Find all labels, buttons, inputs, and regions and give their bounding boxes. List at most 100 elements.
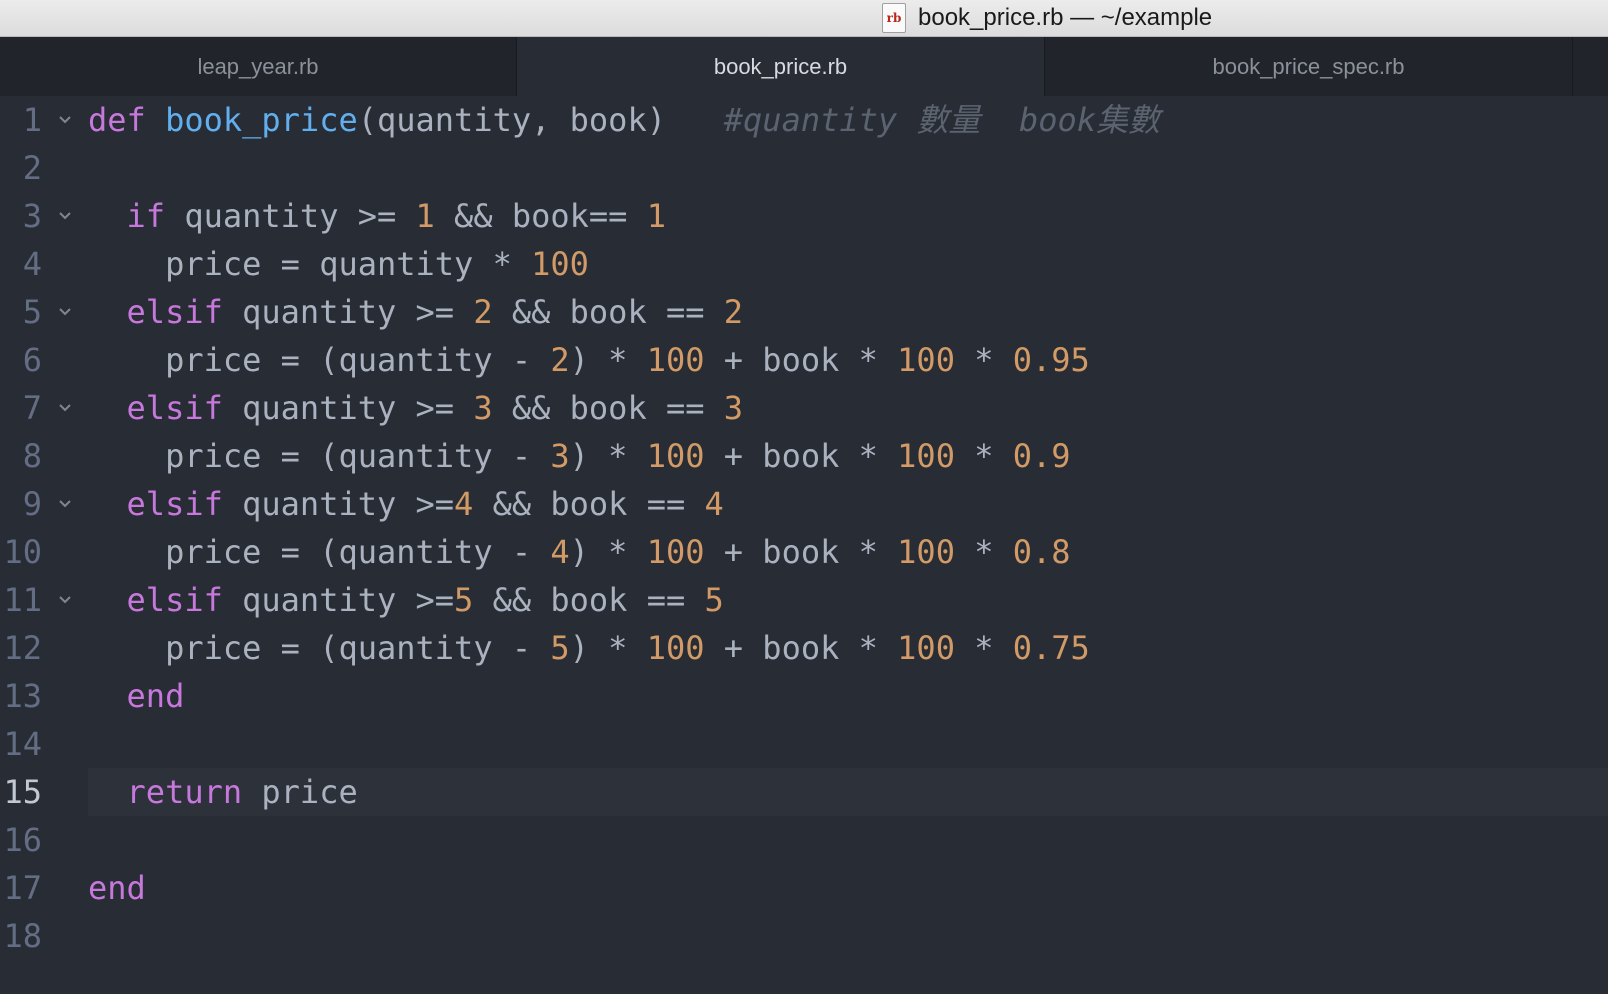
line-number[interactable]: 11 <box>0 576 42 624</box>
code-text[interactable]: return price <box>88 768 1608 816</box>
chevron-down-icon[interactable] <box>56 480 74 528</box>
code-line[interactable]: 4 price = quantity * 100 <box>0 240 1608 288</box>
chevron-down-icon[interactable] <box>56 384 74 432</box>
code-line[interactable]: 10 price = (quantity - 4) * 100 + book *… <box>0 528 1608 576</box>
code-text[interactable]: def book_price(quantity, book) #quantity… <box>88 96 1608 144</box>
line-number[interactable]: 12 <box>0 624 42 672</box>
code-token: ) * <box>569 533 647 571</box>
tab-book-price[interactable]: book_price.rb <box>517 37 1045 97</box>
code-editor[interactable]: 1 def book_price(quantity, book) #quantit… <box>0 96 1608 994</box>
code-token: price <box>242 773 358 811</box>
code-line[interactable]: 7 elsif quantity >= 3 && book == 3 <box>0 384 1608 432</box>
code-token: price = (quantity - <box>88 341 551 379</box>
number-token: 0.95 <box>1012 341 1090 379</box>
line-number[interactable]: 16 <box>0 816 42 864</box>
line-number[interactable]: 1 <box>0 96 42 144</box>
code-line[interactable]: 13 end <box>0 672 1608 720</box>
number-token: 4 <box>550 533 570 571</box>
comment-token: #quantity 數量 book集數 <box>723 101 1161 139</box>
chevron-down-icon[interactable] <box>56 96 74 144</box>
line-number[interactable]: 13 <box>0 672 42 720</box>
number-token: 100 <box>897 341 955 379</box>
code-text[interactable]: price = (quantity - 5) * 100 + book * 10… <box>88 624 1608 672</box>
code-text[interactable]: price = (quantity - 3) * 100 + book * 10… <box>88 432 1608 480</box>
code-line[interactable]: 18 <box>0 912 1608 960</box>
number-token: 0.8 <box>1012 533 1071 571</box>
code-text[interactable]: elsif quantity >= 3 && book == 3 <box>88 384 1608 432</box>
code-text[interactable] <box>88 912 1608 960</box>
code-text[interactable] <box>88 144 1608 192</box>
keyword-token: end <box>88 869 146 907</box>
line-number[interactable]: 9 <box>0 480 42 528</box>
code-text[interactable]: price = quantity * 100 <box>88 240 1608 288</box>
chevron-down-icon[interactable] <box>56 288 74 336</box>
code-token: + book * <box>704 341 898 379</box>
code-line[interactable]: 11 elsif quantity >=5 && book == 5 <box>0 576 1608 624</box>
line-number[interactable]: 14 <box>0 720 42 768</box>
number-token: 100 <box>646 341 705 379</box>
tab-leap-year[interactable]: leap_year.rb <box>0 37 517 97</box>
code-text[interactable]: price = (quantity - 4) * 100 + book * 10… <box>88 528 1608 576</box>
line-number[interactable]: 7 <box>0 384 42 432</box>
code-line[interactable]: 15 return price <box>0 768 1608 816</box>
number-token: 100 <box>646 629 705 667</box>
code-token: * <box>954 437 1013 475</box>
title-bar[interactable]: rb book_price.rb — ~/example <box>0 0 1608 37</box>
code-token: quantity >= <box>222 293 474 331</box>
tab-book-price-spec[interactable]: book_price_spec.rb <box>1045 37 1573 97</box>
chevron-down-icon[interactable] <box>56 192 74 240</box>
code-text[interactable]: if quantity >= 1 && book== 1 <box>88 192 1608 240</box>
code-text[interactable] <box>88 720 1608 768</box>
number-token: 1 <box>646 197 666 235</box>
code-token: quantity >= <box>165 197 416 235</box>
code-token: ) * <box>569 437 647 475</box>
code-text[interactable]: elsif quantity >=5 && book == 5 <box>88 576 1608 624</box>
code-line[interactable]: 1 def book_price(quantity, book) #quantit… <box>0 96 1608 144</box>
number-token: 100 <box>897 437 955 475</box>
number-token: 100 <box>897 629 955 667</box>
code-line[interactable]: 3 if quantity >= 1 && book== 1 <box>0 192 1608 240</box>
ruby-file-icon: rb <box>882 3 906 33</box>
code-text[interactable]: end <box>88 672 1608 720</box>
code-token: price = (quantity - <box>88 533 551 571</box>
line-number[interactable]: 5 <box>0 288 42 336</box>
line-number[interactable]: 15 <box>0 768 42 816</box>
line-number[interactable]: 17 <box>0 864 42 912</box>
number-token: 0.9 <box>1012 437 1071 475</box>
code-line[interactable]: 5 elsif quantity >= 2 && book == 2 <box>0 288 1608 336</box>
code-text[interactable] <box>88 816 1608 864</box>
line-number[interactable]: 4 <box>0 240 42 288</box>
line-number[interactable]: 6 <box>0 336 42 384</box>
code-line[interactable]: 6 price = (quantity - 2) * 100 + book * … <box>0 336 1608 384</box>
line-number[interactable]: 8 <box>0 432 42 480</box>
code-token: + book * <box>704 437 898 475</box>
code-text[interactable]: elsif quantity >=4 && book == 4 <box>88 480 1608 528</box>
line-number[interactable]: 3 <box>0 192 42 240</box>
code-token: * <box>954 341 1013 379</box>
code-line[interactable]: 17 end <box>0 864 1608 912</box>
number-token: 4 <box>454 485 474 523</box>
chevron-down-icon[interactable] <box>56 576 74 624</box>
number-token: 2 <box>473 293 493 331</box>
code-line[interactable]: 8 price = (quantity - 3) * 100 + book * … <box>0 432 1608 480</box>
code-line[interactable]: 12 price = (quantity - 5) * 100 + book *… <box>0 624 1608 672</box>
code-text[interactable]: price = (quantity - 2) * 100 + book * 10… <box>88 336 1608 384</box>
code-line[interactable]: 2 <box>0 144 1608 192</box>
line-number[interactable]: 2 <box>0 144 42 192</box>
code-line[interactable]: 16 <box>0 816 1608 864</box>
code-text[interactable]: end <box>88 864 1608 912</box>
line-number[interactable]: 10 <box>0 528 42 576</box>
line-number[interactable]: 18 <box>0 912 42 960</box>
code-token: price = quantity * <box>88 245 532 283</box>
number-token: 1 <box>415 197 435 235</box>
code-line[interactable]: 14 <box>0 720 1608 768</box>
code-line[interactable]: 9 elsif quantity >=4 && book == 4 <box>0 480 1608 528</box>
code-token: ) * <box>569 341 647 379</box>
code-text[interactable]: elsif quantity >= 2 && book == 2 <box>88 288 1608 336</box>
